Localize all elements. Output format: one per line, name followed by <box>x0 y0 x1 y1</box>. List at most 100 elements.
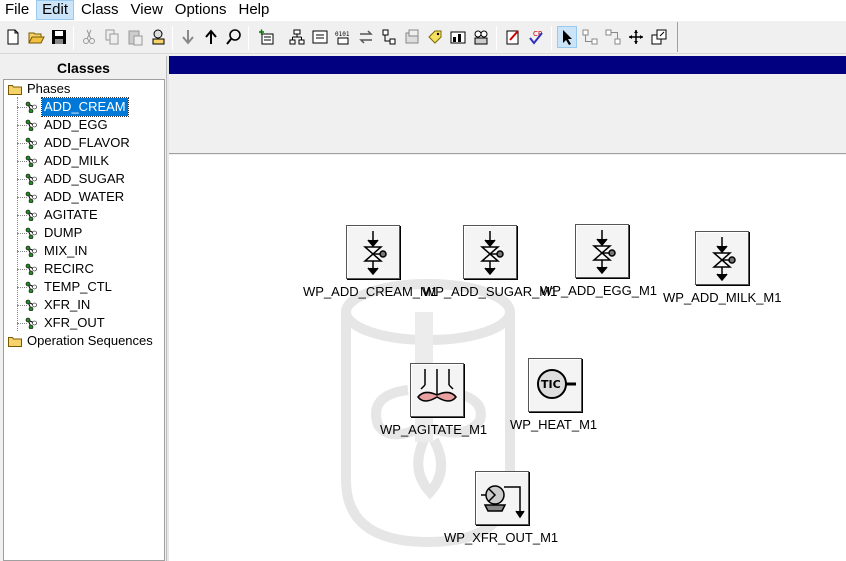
phase-icon <box>25 173 37 185</box>
block-label: WP_XFR_OUT_M1 <box>444 530 559 545</box>
find-icon[interactable] <box>224 26 244 48</box>
phase-icon <box>25 245 37 257</box>
phase-icon <box>25 317 37 329</box>
tree-item-xfr-out[interactable]: XFR_OUT <box>25 314 107 332</box>
binary-icon[interactable]: 0101 <box>333 26 353 48</box>
tree-item-label: ADD_WATER <box>44 189 125 204</box>
pointer-icon[interactable] <box>557 26 577 48</box>
tree-item-label: ADD_EGG <box>44 117 108 132</box>
cut-icon[interactable] <box>79 26 99 48</box>
open-folder-icon[interactable] <box>26 26 46 48</box>
zoom-window-icon[interactable] <box>649 26 669 48</box>
tree-folder-phases[interactable]: Phases <box>8 80 70 98</box>
valve-icon <box>575 224 629 278</box>
phase-icon <box>25 155 37 167</box>
toolbar: 0101 CP <box>0 22 846 54</box>
block-label: WP_ADD_CREAM_M1 <box>303 284 439 299</box>
block-label: WP_AGITATE_M1 <box>380 422 488 437</box>
valve-icon <box>346 225 400 279</box>
block-label: WP_ADD_EGG_M1 <box>540 283 658 298</box>
menu-options[interactable]: Options <box>170 0 232 20</box>
phase-icon <box>25 119 37 131</box>
tree-item-mix-in[interactable]: MIX_IN <box>25 242 89 260</box>
class-tree[interactable]: Phases ADD_CREAM ADD_EGG ADD_FLAVOR ADD_MIL… <box>3 79 165 561</box>
group-icon[interactable] <box>471 26 491 48</box>
tree-item-label: ADD_SUGAR <box>44 171 125 186</box>
block-label: WP_ADD_MILK_M1 <box>663 290 782 305</box>
window-title-strip <box>169 56 846 74</box>
menu-bar: File Edit Class View Options Help <box>0 0 846 21</box>
phase-icon <box>25 209 37 221</box>
tree-item-add-water[interactable]: ADD_WATER <box>25 188 126 206</box>
hierarchy-icon[interactable] <box>287 26 307 48</box>
properties-icon[interactable] <box>148 26 168 48</box>
tree-folder-label: Phases <box>27 81 71 96</box>
block-label: WP_HEAT_M1 <box>510 417 598 432</box>
link-icon[interactable] <box>580 26 600 48</box>
tree-item-label: TEMP_CTL <box>44 279 112 294</box>
phase-icon <box>25 299 37 311</box>
tree-item-label: ADD_FLAVOR <box>44 135 130 150</box>
tree-folder-label: Operation Sequences <box>27 333 153 348</box>
tree-item-add-sugar[interactable]: ADD_SUGAR <box>25 170 127 188</box>
tree-item-agitate[interactable]: AGITATE <box>25 206 100 224</box>
new-file-icon[interactable] <box>3 26 23 48</box>
valve-icon <box>695 231 749 285</box>
form-icon[interactable] <box>310 26 330 48</box>
chart-icon[interactable] <box>448 26 468 48</box>
insert-icon[interactable] <box>256 26 276 48</box>
phase-icon <box>25 191 37 203</box>
block-label: WP_ADD_SUGAR_M1 <box>423 284 558 299</box>
tree-item-label: MIX_IN <box>44 243 88 258</box>
tree-item-add-cream[interactable]: ADD_CREAM <box>25 97 129 117</box>
valve-icon <box>463 225 517 279</box>
tree-folder-operation-sequences[interactable]: Operation Sequences <box>8 332 153 350</box>
tree-item-label: DUMP <box>44 225 83 240</box>
phase-icon <box>25 101 37 113</box>
move-down-icon[interactable] <box>178 26 198 48</box>
tree-item-add-milk[interactable]: ADD_MILK <box>25 152 111 170</box>
tree-item-add-flavor[interactable]: ADD_FLAVOR <box>25 134 132 152</box>
tree-item-label: RECIRC <box>44 261 94 276</box>
tree-item-xfr-in[interactable]: XFR_IN <box>25 296 92 314</box>
tree-item-temp-ctl[interactable]: TEMP_CTL <box>25 278 114 296</box>
tag-icon[interactable] <box>425 26 445 48</box>
move-up-icon[interactable] <box>201 26 221 48</box>
toolbar-end-divider <box>677 22 678 52</box>
tic-label: TIC <box>541 378 561 391</box>
tree-item-label: XFR_IN <box>44 297 91 312</box>
tree-item-label: ADD_MILK <box>44 153 110 168</box>
tree-connector <box>17 97 18 331</box>
phase-icon <box>25 281 37 293</box>
connect-icon[interactable] <box>603 26 623 48</box>
classes-panel-title: Classes <box>57 60 110 76</box>
expand-icon[interactable] <box>626 26 646 48</box>
pump-icon <box>475 471 529 525</box>
tree-item-recirc[interactable]: RECIRC <box>25 260 96 278</box>
menu-edit[interactable]: Edit <box>36 0 75 20</box>
copy-icon[interactable] <box>102 26 122 48</box>
tic-controller-icon: TIC <box>528 358 582 412</box>
tree-item-label: AGITATE <box>44 207 98 222</box>
tree-item-dump[interactable]: DUMP <box>25 224 84 242</box>
phase-icon <box>25 263 37 275</box>
folder-icon <box>8 84 22 95</box>
menu-file[interactable]: File <box>0 0 34 20</box>
paste-icon[interactable] <box>125 26 145 48</box>
menu-view[interactable]: View <box>126 0 168 20</box>
swap-icon[interactable] <box>356 26 376 48</box>
menu-class[interactable]: Class <box>76 0 124 20</box>
agitator-icon <box>410 363 464 417</box>
network-icon[interactable] <box>379 26 399 48</box>
menu-help[interactable]: Help <box>234 0 275 20</box>
verify-icon[interactable]: CP <box>526 26 546 48</box>
tree-item-label: XFR_OUT <box>44 315 105 330</box>
tree-item-label: ADD_CREAM <box>41 97 129 117</box>
grid-icon[interactable] <box>402 26 422 48</box>
edit-doc-icon[interactable] <box>503 26 523 48</box>
classes-panel: Classes Phases ADD_CREAM ADD_EGG ADD_FLAVO… <box>0 56 167 561</box>
folder-icon <box>8 336 22 347</box>
tree-item-add-egg[interactable]: ADD_EGG <box>25 116 110 134</box>
phase-icon <box>25 137 37 149</box>
save-icon[interactable] <box>49 26 69 48</box>
